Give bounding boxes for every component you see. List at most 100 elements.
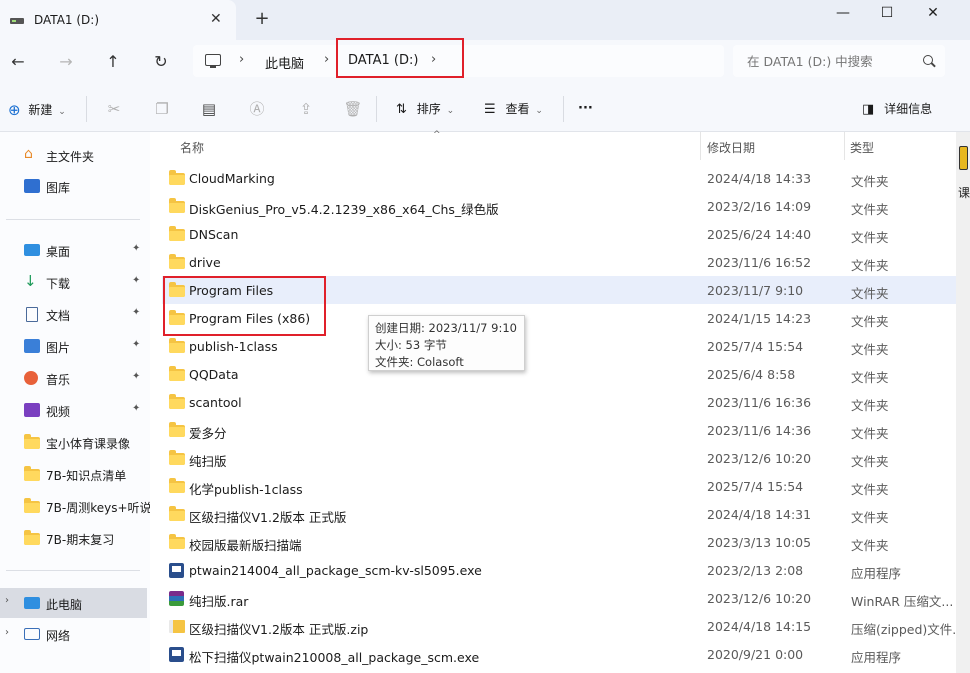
- cut-icon[interactable]: ✂: [104, 99, 124, 119]
- sidebar-item-pictures[interactable]: 图片 ✦: [0, 332, 150, 360]
- forward-button[interactable]: →: [54, 51, 78, 75]
- sidebar-item-folder[interactable]: 7B-知识点清单: [0, 460, 150, 488]
- close-button[interactable]: ✕: [910, 2, 956, 26]
- file-type: 应用程序: [851, 650, 902, 665]
- file-type: WinRAR 压缩文...: [851, 594, 954, 609]
- file-type: 文件夹: [851, 482, 889, 497]
- file-date: 2020/9/21 0:00: [707, 647, 804, 662]
- file-row[interactable]: 纯扫版 2023/12/6 10:20 文件夹: [162, 444, 956, 472]
- file-row[interactable]: 爱多分 2023/11/6 14:36 文件夹: [162, 416, 956, 444]
- file-date: 2023/11/6 16:36: [707, 395, 812, 410]
- rename-icon[interactable]: Ⓐ: [247, 99, 267, 119]
- pin-icon[interactable]: ✦: [132, 403, 140, 414]
- file-type: 文件夹: [851, 538, 889, 553]
- sidebar-item-folder[interactable]: 7B-周测keys+听说: [0, 492, 150, 520]
- file-row[interactable]: scantool 2023/11/6 16:36 文件夹: [162, 388, 956, 416]
- file-type: 文件夹: [851, 202, 889, 217]
- column-header-type[interactable]: 类型: [850, 139, 874, 156]
- file-row[interactable]: 松下扫描仪ptwain210008_all_package_scm.exe 202…: [162, 640, 956, 668]
- sidebar-item-videos[interactable]: 视频 ✦: [0, 396, 150, 424]
- file-row[interactable]: 区级扫描仪V1.2版本 正式版 2024/4/18 14:31 文件夹: [162, 500, 956, 528]
- breadcrumb-separator[interactable]: ›: [239, 52, 244, 67]
- search-icon[interactable]: [923, 55, 933, 65]
- file-date: 2023/11/6 14:36: [707, 423, 812, 438]
- details-pane-button[interactable]: ◨ 详细信息: [862, 98, 932, 120]
- sidebar-item-documents[interactable]: 文档 ✦: [0, 300, 150, 328]
- file-name: 区级扫描仪V1.2版本 正式版: [189, 510, 347, 525]
- minimize-button[interactable]: —: [820, 2, 866, 26]
- column-header-date[interactable]: 修改日期: [707, 139, 755, 156]
- pin-icon[interactable]: ✦: [132, 275, 140, 286]
- column-divider[interactable]: [844, 132, 845, 160]
- application-icon: [169, 563, 184, 578]
- pin-icon[interactable]: ✦: [132, 339, 140, 350]
- new-tab-button[interactable]: +: [252, 8, 272, 29]
- search-box[interactable]: [733, 45, 945, 77]
- folder-icon: [24, 530, 40, 547]
- pin-icon[interactable]: ✦: [132, 243, 140, 254]
- documents-icon: [26, 307, 38, 322]
- paste-icon[interactable]: ▤: [199, 99, 219, 119]
- command-bar: ⊕ 新建 ⌄ ✂ ❐ ▤ Ⓐ ⇪ 🗑 ⇅ 排序 ⌄ ☰ 查看 ⌄ ··· ◨ 详…: [0, 86, 970, 132]
- sidebar-item-network[interactable]: › 网络: [0, 620, 150, 648]
- back-button[interactable]: ←: [6, 51, 30, 75]
- folder-icon: [169, 478, 185, 496]
- share-icon[interactable]: ⇪: [296, 99, 316, 119]
- toolbar-divider: [86, 96, 87, 122]
- sort-button[interactable]: ⇅ 排序 ⌄: [396, 98, 454, 120]
- view-button[interactable]: ☰ 查看 ⌄: [484, 98, 543, 120]
- sidebar-divider: [6, 570, 140, 571]
- sidebar-item-folder[interactable]: 宝小体育课录像: [0, 428, 150, 456]
- file-row[interactable]: QQData 2025/6/4 8:58 文件夹: [162, 360, 956, 388]
- delete-icon[interactable]: 🗑: [343, 99, 363, 119]
- column-header-name[interactable]: 名称: [180, 139, 204, 156]
- file-name: 纯扫版: [189, 454, 227, 469]
- file-name: 爱多分: [189, 426, 227, 441]
- file-row[interactable]: drive 2023/11/6 16:52 文件夹: [162, 248, 956, 276]
- tooltip-folders: 文件夹: Colasoft: [375, 355, 464, 369]
- breadcrumb-this-pc[interactable]: 此电脑: [265, 53, 304, 72]
- file-row[interactable]: DNScan 2025/6/24 14:40 文件夹: [162, 220, 956, 248]
- file-row[interactable]: 化学publish-1class 2025/7/4 15:54 文件夹: [162, 472, 956, 500]
- sidebar-item-gallery[interactable]: 图库: [0, 172, 150, 200]
- file-date: 2023/2/13 2:08: [707, 563, 804, 578]
- sidebar-item-downloads[interactable]: ↓ 下载 ✦: [0, 268, 150, 296]
- maximize-button[interactable]: ☐: [864, 2, 910, 26]
- file-row[interactable]: 纯扫版.rar 2023/12/6 10:20 WinRAR 压缩文...: [162, 584, 956, 612]
- file-type: 文件夹: [851, 314, 889, 329]
- sidebar-item-folder[interactable]: 7B-期末复习: [0, 524, 150, 552]
- tab-close-icon[interactable]: ✕: [210, 11, 222, 27]
- file-type: 文件夹: [851, 258, 889, 273]
- monitor-icon: [205, 54, 221, 68]
- this-pc-icon: [24, 597, 40, 609]
- sidebar-item-home[interactable]: ⌂ 主文件夹: [0, 141, 150, 169]
- copy-icon[interactable]: ❐: [152, 99, 172, 119]
- tab-data1[interactable]: DATA1 (D:) ✕: [0, 0, 236, 42]
- music-icon: [24, 371, 38, 385]
- pin-icon[interactable]: ✦: [132, 307, 140, 318]
- file-row[interactable]: CloudMarking 2024/4/18 14:33 文件夹: [162, 164, 956, 192]
- file-row[interactable]: publish-1class 2025/7/4 15:54 文件夹: [162, 332, 956, 360]
- title-bar: DATA1 (D:) ✕ + — ☐ ✕: [0, 0, 970, 42]
- pin-icon[interactable]: ✦: [132, 371, 140, 382]
- file-type: 文件夹: [851, 454, 889, 469]
- up-button[interactable]: ↑: [101, 51, 125, 75]
- sidebar-item-desktop[interactable]: 桌面 ✦: [0, 236, 150, 264]
- refresh-button[interactable]: ↻: [149, 51, 173, 75]
- file-type: 文件夹: [851, 398, 889, 413]
- new-button[interactable]: ⊕ 新建 ⌄: [8, 98, 66, 120]
- sidebar-item-music[interactable]: 音乐 ✦: [0, 364, 150, 392]
- file-row[interactable]: DiskGenius_Pro_v5.4.2.1239_x86_x64_Chs_绿…: [162, 192, 956, 220]
- chevron-right-icon[interactable]: ›: [5, 627, 9, 638]
- sidebar-item-this-pc[interactable]: › 此电脑: [0, 588, 147, 618]
- column-divider[interactable]: [700, 132, 701, 160]
- more-options-button[interactable]: ···: [578, 98, 593, 120]
- search-input[interactable]: [733, 45, 945, 77]
- file-row[interactable]: 区级扫描仪V1.2版本 正式版.zip 2024/4/18 14:15 压缩(zip…: [162, 612, 956, 640]
- file-row[interactable]: ptwain214004_all_package_scm-kv-sl5095.e…: [162, 556, 956, 584]
- highlight-annotation: [163, 276, 326, 336]
- file-date: 2024/4/18 14:15: [707, 619, 812, 634]
- chevron-right-icon[interactable]: ›: [5, 595, 9, 606]
- breadcrumb-separator[interactable]: ›: [324, 52, 329, 67]
- file-row[interactable]: 校园版最新版扫描端 2023/3/13 10:05 文件夹: [162, 528, 956, 556]
